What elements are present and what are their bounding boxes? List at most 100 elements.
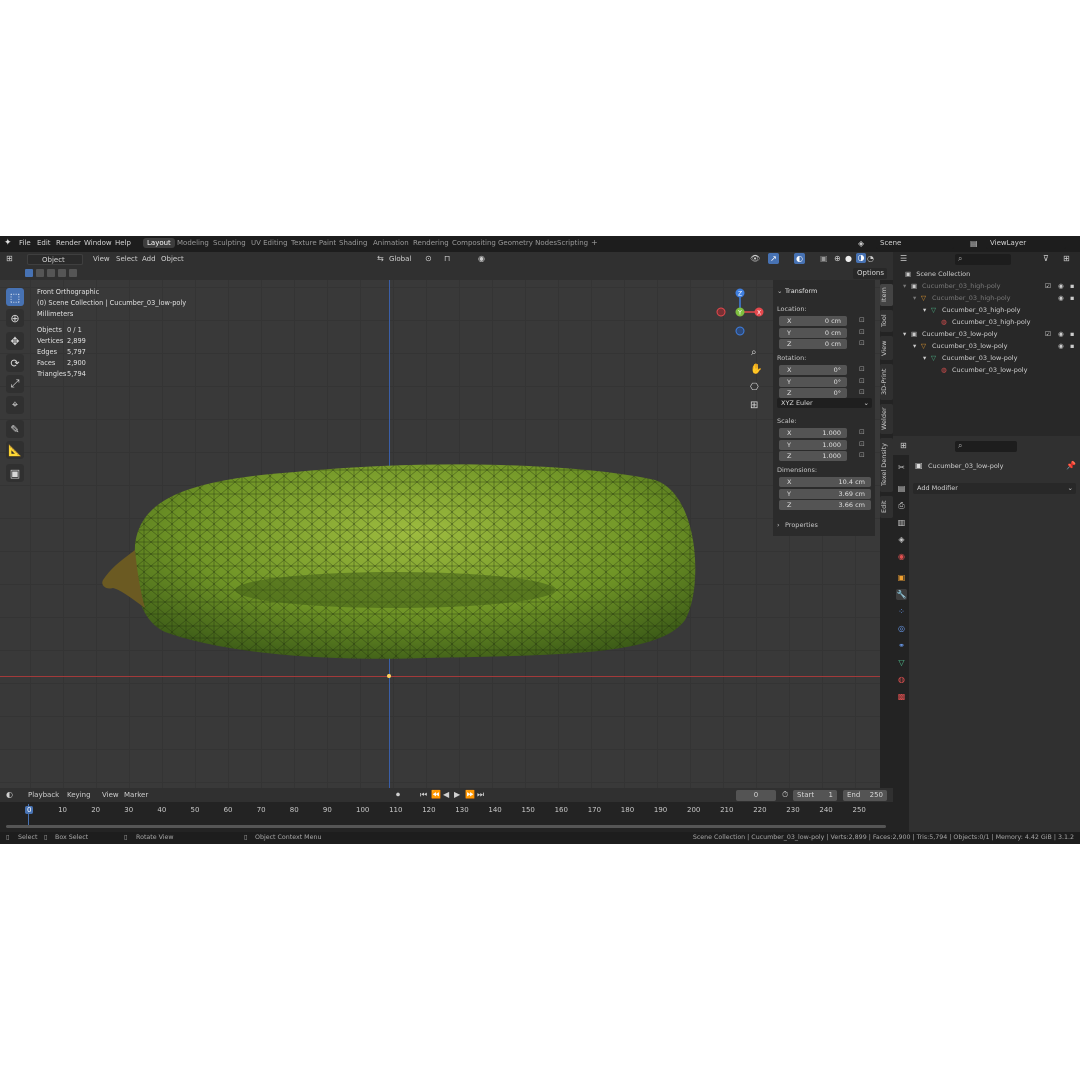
transform-header[interactable]: Transform — [785, 287, 817, 295]
next-keyframe-icon[interactable]: ⏩ — [465, 790, 475, 799]
add-workspace-button[interactable]: + — [588, 238, 601, 247]
expand-chevron-icon[interactable]: ▾ — [913, 340, 916, 352]
tab-sculpting[interactable]: Sculpting — [210, 239, 249, 247]
transform-tool[interactable]: ⌖ — [6, 396, 24, 414]
lock-icon[interactable]: ⊡ — [859, 377, 865, 385]
transform-orientation[interactable]: Global — [389, 255, 411, 263]
outliner-item[interactable]: ▾ ▽ Cucumber_03_low-poly — [893, 352, 1080, 364]
expand-chevron-icon[interactable]: ▾ — [913, 292, 916, 304]
menu-timeline-view[interactable]: View — [102, 791, 119, 799]
tab-tool[interactable]: Tool — [880, 310, 893, 332]
visibility-eye-icon[interactable]: ◉ — [1058, 292, 1064, 304]
menu-file[interactable]: File — [19, 239, 31, 247]
tab-shading[interactable]: Shading — [336, 239, 370, 247]
menu-add[interactable]: Add — [142, 255, 156, 263]
shading-rendered-icon[interactable]: ◔ — [867, 254, 874, 263]
camera-icon[interactable]: ⎔ — [750, 382, 759, 393]
scale-tool[interactable]: ⤢ — [6, 375, 24, 393]
expand-chevron-icon[interactable]: ▾ — [923, 304, 926, 316]
menu-view[interactable]: View — [93, 255, 110, 263]
expand-chevron-icon[interactable]: ▾ — [903, 280, 906, 292]
tool-props-icon[interactable]: ✂ — [896, 462, 907, 473]
gizmo-toggle-icon[interactable]: ↗ — [768, 253, 779, 264]
tab-compositing[interactable]: Compositing — [449, 239, 499, 247]
dimensions-y-field[interactable]: Y 3.69 cm — [779, 489, 871, 499]
blender-logo-icon[interactable]: ✦ — [4, 238, 12, 248]
tab-modeling[interactable]: Modeling — [174, 239, 212, 247]
rotation-z-field[interactable]: Z 0° — [779, 388, 847, 398]
outliner-search-input[interactable] — [955, 254, 1011, 265]
play-reverse-icon[interactable]: ◀ — [443, 790, 449, 799]
properties-subpanel[interactable]: Properties — [785, 521, 818, 529]
menu-keying[interactable]: Keying — [67, 791, 91, 799]
rotate-tool[interactable]: ⟳ — [6, 354, 24, 372]
select-mode-extend-icon[interactable] — [36, 269, 44, 277]
select-box-tool[interactable]: ⬚ — [6, 288, 24, 306]
add-cube-tool[interactable]: ▣ — [6, 464, 24, 482]
collection-checkbox[interactable]: ☑ — [1045, 280, 1051, 292]
output-props-icon[interactable]: ⎙ — [896, 500, 907, 511]
menu-render[interactable]: Render — [56, 239, 81, 247]
view-layer-props-icon[interactable]: ▥ — [896, 517, 907, 528]
menu-object[interactable]: Object — [161, 255, 184, 263]
pan-hand-icon[interactable]: ✋ — [750, 364, 762, 375]
render-props-icon[interactable]: ▤ — [896, 483, 907, 494]
move-tool[interactable]: ✥ — [6, 332, 24, 350]
shading-solid-icon[interactable]: ● — [845, 254, 852, 263]
modifier-props-icon[interactable]: 🔧 — [896, 589, 907, 600]
tab-scripting[interactable]: Scripting — [554, 239, 591, 247]
select-mode-subtract-icon[interactable] — [47, 269, 55, 277]
location-z-field[interactable]: Z 0 cm — [779, 339, 847, 349]
view-object-types-icon[interactable]: 👁 — [750, 254, 760, 263]
dimensions-x-field[interactable]: X 10.4 cm — [779, 477, 871, 487]
mode-selector[interactable]: Object Mode — [27, 254, 83, 275]
record-icon[interactable]: ⏺ — [396, 790, 400, 800]
menu-help[interactable]: Help — [115, 239, 131, 247]
scene-selector[interactable]: Scene — [876, 238, 954, 249]
select-mode-intersect-icon[interactable] — [58, 269, 66, 277]
scene-icon[interactable]: ◈ — [858, 239, 864, 248]
orientation-icon[interactable]: ⇆ — [377, 254, 384, 263]
tab-welder[interactable]: Welder — [880, 404, 893, 434]
tab-geometry-nodes[interactable]: Geometry Nodes — [495, 239, 560, 247]
scale-y-field[interactable]: Y 1.000 — [779, 440, 847, 450]
properties-chevron-icon[interactable]: › — [777, 521, 780, 529]
tab-view[interactable]: View — [880, 336, 893, 360]
location-y-field[interactable]: Y 0 cm — [779, 328, 847, 338]
tab-item[interactable]: Item — [880, 284, 893, 306]
physics-props-icon[interactable]: ◎ — [896, 623, 907, 634]
rotation-x-field[interactable]: X 0° — [779, 365, 847, 375]
menu-marker[interactable]: Marker — [124, 791, 148, 799]
annotate-tool[interactable]: ✎ — [6, 420, 24, 438]
world-props-icon[interactable]: ◉ — [896, 551, 907, 562]
data-props-icon[interactable]: ▽ — [896, 657, 907, 668]
tab-edit[interactable]: Edit — [880, 496, 893, 518]
particles-props-icon[interactable]: ⁘ — [896, 606, 907, 617]
dimensions-z-field[interactable]: Z 3.66 cm — [779, 500, 871, 510]
lock-icon[interactable]: ⊡ — [859, 388, 865, 396]
tab-rendering[interactable]: Rendering — [410, 239, 452, 247]
visibility-eye-icon[interactable]: ◉ — [1058, 328, 1064, 340]
rotation-y-field[interactable]: Y 0° — [779, 377, 847, 387]
prev-keyframe-icon[interactable]: ⏪ — [431, 790, 441, 799]
pin-icon[interactable]: 📌 — [1066, 461, 1076, 470]
navigation-gizmo[interactable]: Z Y X — [714, 286, 766, 338]
scale-x-field[interactable]: X 1.000 — [779, 428, 847, 438]
lock-icon[interactable]: ⊡ — [859, 440, 865, 448]
render-camera-icon[interactable]: ▪ — [1070, 292, 1074, 304]
scale-z-field[interactable]: Z 1.000 — [779, 451, 847, 461]
visibility-eye-icon[interactable]: ◉ — [1058, 280, 1064, 292]
properties-search-input[interactable] — [955, 441, 1017, 452]
editor-type-icon[interactable]: ⊞ — [6, 254, 13, 263]
outliner-item[interactable]: ▾ ▽ Cucumber_03_high-poly ◉ ▪ — [893, 292, 1080, 304]
proportional-edit-icon[interactable]: ◉ — [478, 254, 485, 263]
play-icon[interactable]: ▶ — [454, 790, 460, 799]
tab-animation[interactable]: Animation — [370, 239, 412, 247]
viewlayer-icon[interactable]: ▤ — [970, 239, 978, 248]
constraints-props-icon[interactable]: ⚭ — [896, 640, 907, 651]
pivot-icon[interactable]: ⊙ — [425, 254, 432, 263]
measure-tool[interactable]: 📐 — [6, 441, 24, 459]
lock-icon[interactable]: ⊡ — [859, 316, 865, 324]
jump-end-icon[interactable]: ⏭ — [477, 790, 484, 800]
add-modifier-dropdown[interactable]: Add Modifier ⌄ — [913, 483, 1076, 494]
